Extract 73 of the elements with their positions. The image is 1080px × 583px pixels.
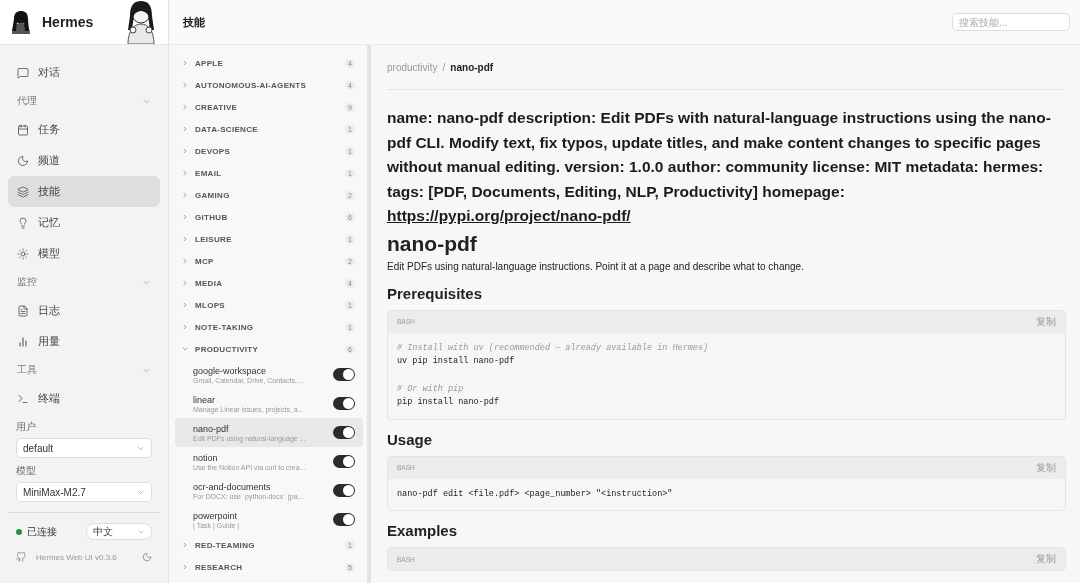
field-label: 用户 [16,420,37,434]
toggle-switch[interactable] [333,513,355,526]
section-label: 工具 [17,363,37,377]
nav-item[interactable]: 对话 [8,57,160,88]
nav-item[interactable]: 模型 [8,238,160,269]
nav-item[interactable]: 用量 [8,326,160,357]
category-name: MLOPS [195,300,226,310]
skill-name: notion [193,452,219,463]
toggle-switch[interactable] [333,426,355,439]
category-name: GAMING [195,190,231,200]
skill-name: nano-pdf [193,423,230,434]
toggle-switch[interactable] [333,368,355,381]
breadcrumb-current: nano-pdf [450,61,494,73]
nav-icon [17,185,29,198]
nav-icon [17,304,29,317]
category-name: PRODUCTIVITY [195,344,260,354]
toggle-switch[interactable] [333,455,355,468]
nav-icon [17,247,29,260]
nav-icon [17,154,29,167]
code-line: uv pip install nano-pdf [397,355,516,368]
code-line: pip install nano-pdf [397,396,501,409]
app-name: Hermes [42,14,94,30]
breadcrumb-separator: / [442,61,446,73]
nav-icon [17,123,29,136]
category-name: AUTONOMOUS-AI-AGENTS [195,80,308,90]
nav-item[interactable]: 日志 [8,295,160,326]
skill-name: powerpoint [193,510,239,521]
category-name: APPLE [195,58,225,68]
doc-title: nano-pdf [387,230,478,257]
user-select[interactable]: default [16,438,152,458]
page-title: 技能 [183,14,205,30]
search-field[interactable]: 搜索技能... [952,13,1070,31]
section-label: 监控 [17,275,37,289]
frontmatter-text: name: nano-pdf description: Edit PDFs with natural-language instructions using the nano-pdf CLI. Modify text, fix typos, update titles, and make content changes to specific pages without manual editing. version: 1.0.0 author: community license: MIT metadata: hermes: tags: [PDF, Documents, Editing, NLP, Productivity] homepage: https://pypi.org/project/nano-pdf/ [387,108,1052,226]
doc-paragraph: Edit PDFs using natural-language instructions. Point it at a page and describe what to change. [387,260,805,272]
section-heading: Prerequisites [387,283,484,304]
connection-status: 已连接 [16,524,57,539]
field-label: 模型 [16,464,37,478]
toggle-switch[interactable] [333,484,355,497]
section-heading: Usage [387,429,434,450]
nav-item[interactable]: 终端 [8,383,160,414]
category-name: LEISURE [195,234,233,244]
category-name: CREATIVE [195,102,239,112]
skill-name: ocr-and-documents [193,481,272,492]
nav-item[interactable]: 技能 [8,176,160,207]
homepage-link[interactable]: https://pypi.org/project/nano-pdf/ [387,207,631,224]
code-line: nano-pdf edit <file.pdf> <page_number> "<instruction>" [397,487,674,501]
category-name: RESEARCH [195,562,244,572]
skill-name: google-workspace [193,365,268,376]
section-heading: Examples [387,521,459,541]
nav-item[interactable]: 记忆 [8,207,160,238]
model-select[interactable]: MiniMax-M2.7 [16,482,152,502]
code-comment: # Or with pip [397,382,465,396]
category-name: MEDIA [195,278,224,288]
category-name: EMAIL [195,168,223,178]
category-name: DATA-SCIENCE [195,124,259,134]
section-label: 代理 [17,94,37,108]
category-name: MCP [195,256,215,266]
category-name: NOTE-TAKING [195,322,255,332]
category-name: GITHUB [195,212,229,222]
nav-item[interactable]: 任务 [8,114,160,145]
category-name: RED-TEAMING [195,540,256,550]
version-text: Hermes Web UI v0.3.6 [36,552,118,562]
nav-icon [17,216,29,229]
bar-chart-icon [17,335,29,348]
language-select[interactable]: 中文 [86,523,152,540]
code-comment: # Install with uv (recommended — already available in Hermes) [397,341,710,355]
category-name: DEVOPS [195,146,232,156]
toggle-switch[interactable] [333,397,355,410]
nav-icon [17,66,29,79]
skill-name: linear [193,394,216,405]
nav-icon [17,392,29,405]
nav-item[interactable]: 频道 [8,145,160,176]
